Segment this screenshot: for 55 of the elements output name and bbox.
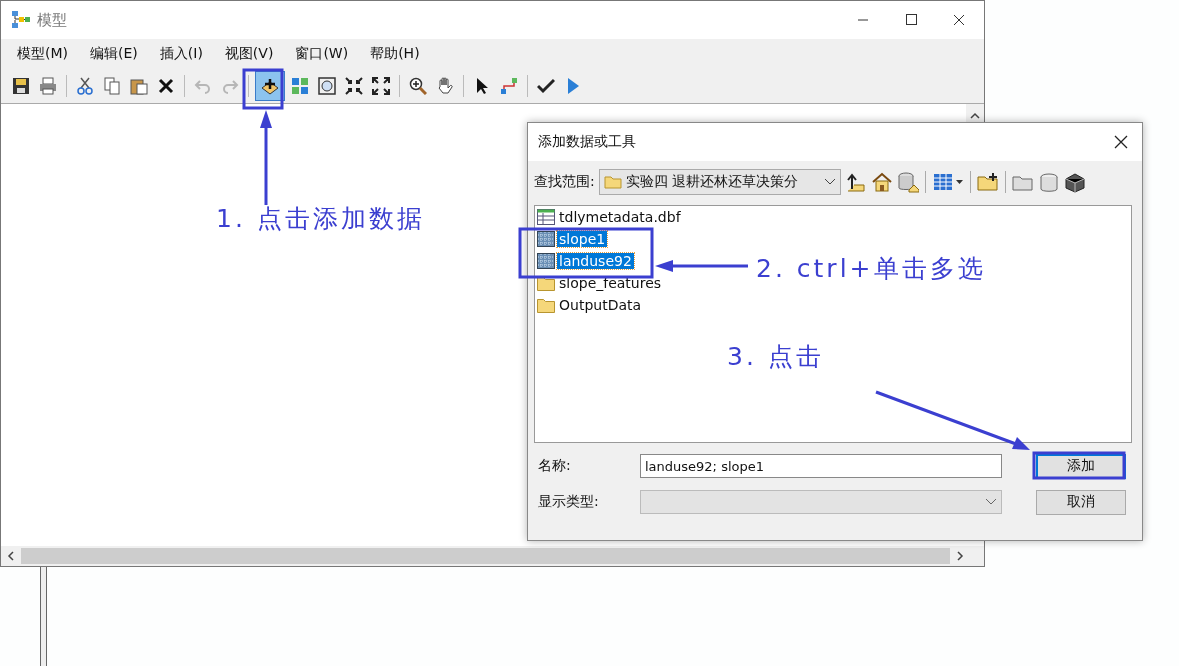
check-icon <box>537 77 555 95</box>
full-extent-icon <box>318 77 336 95</box>
database-icon[interactable] <box>896 171 919 193</box>
menu-item[interactable]: 模型(M) <box>7 43 78 65</box>
expand-icon <box>372 77 390 95</box>
undo-icon <box>194 77 212 95</box>
window-title: 模型 <box>37 10 67 30</box>
dialog-title: 添加数据或工具 <box>538 133 636 151</box>
name-label: 名称: <box>538 457 572 475</box>
redo-icon <box>221 77 239 95</box>
connect-icon <box>500 77 518 95</box>
scroll-left-icon[interactable] <box>5 550 17 562</box>
pan-hand-icon <box>436 77 454 95</box>
home-icon[interactable] <box>870 171 893 193</box>
display-type-label: 显示类型: <box>538 493 600 511</box>
add-data-icon <box>261 77 279 95</box>
tiles-icon <box>291 77 309 95</box>
scroll-right-icon[interactable] <box>954 550 966 562</box>
menu-item[interactable]: 插入(I) <box>149 43 213 65</box>
shrink-icon <box>345 77 363 95</box>
menu-item[interactable]: 编辑(E) <box>80 43 148 65</box>
annotation-text: 1. 点击添加数据 <box>216 203 425 235</box>
name-field[interactable]: landuse92; slope1 <box>640 454 1002 478</box>
annotation-text: 2. ctrl+单击多选 <box>756 253 986 285</box>
toolbox-icon[interactable] <box>1063 171 1086 193</box>
folder-icon <box>537 297 555 313</box>
zoom-in-icon <box>409 77 427 95</box>
table-icon <box>537 209 555 225</box>
delete-icon <box>157 77 175 95</box>
highlight-frame <box>242 68 284 110</box>
file-list-item[interactable]: slope_features <box>537 272 664 294</box>
caret-icon <box>985 498 997 506</box>
close-icon[interactable] <box>1114 135 1128 149</box>
cancel-button[interactable]: 取消 <box>1036 489 1126 515</box>
annotation-text: 3. 点击 <box>727 341 824 373</box>
file-list-item[interactable]: OutputData <box>537 294 644 316</box>
cut-icon <box>76 77 94 95</box>
up-folder-icon[interactable] <box>844 171 867 193</box>
copy-icon <box>103 77 121 95</box>
model-diagram-icon <box>11 10 31 30</box>
raster-grid-icon <box>537 253 555 269</box>
new-folder-icon[interactable] <box>976 171 999 193</box>
file-list-item[interactable]: tdlymetadata.dbf <box>537 206 683 228</box>
folder-icon <box>603 175 622 189</box>
menu-item[interactable]: 窗口(W) <box>285 43 359 65</box>
list-view-icon[interactable] <box>931 171 964 193</box>
look-in-label: 查找范围: <box>534 173 595 191</box>
look-in-dropdown[interactable]: 实验四 退耕还林还草决策分 <box>598 169 841 195</box>
save-icon <box>12 77 30 95</box>
menu-item[interactable]: 视图(V) <box>214 43 284 65</box>
raster-grid-icon <box>537 231 555 247</box>
menu-item[interactable]: 帮助(H) <box>360 43 430 65</box>
paste-icon <box>130 77 148 95</box>
caret-icon <box>823 178 836 186</box>
print-icon <box>39 77 57 95</box>
